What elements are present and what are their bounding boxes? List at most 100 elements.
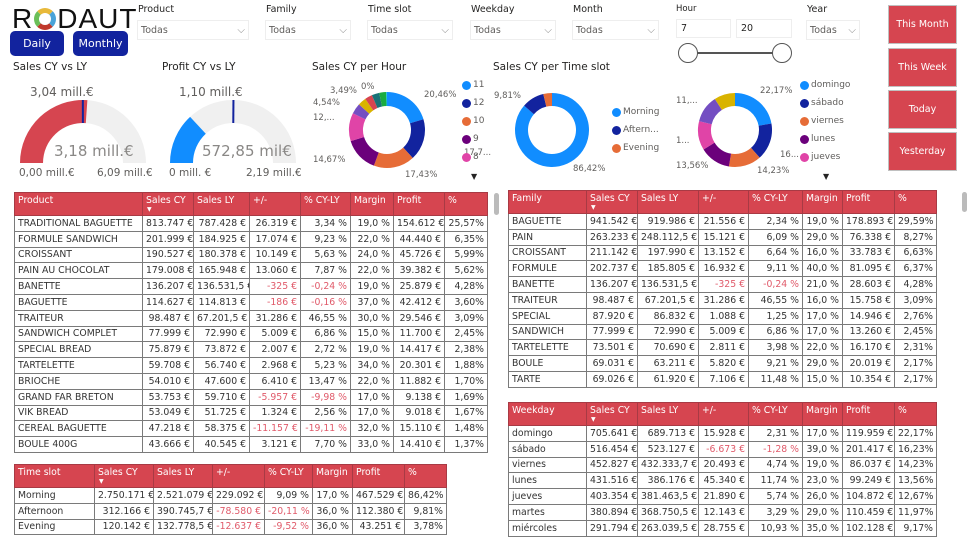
table-row[interactable]: viernes 452.827 €432.333,7 €20.493 €4,74 …: [508, 456, 937, 474]
table-row[interactable]: TRAITEUR 98.487 €67.201,5 €31.286 €46,55 …: [508, 291, 937, 309]
donut-slice-domingo[interactable]: [735, 93, 772, 126]
legend-item[interactable]: sábado: [800, 98, 844, 108]
column-header[interactable]: Profit: [842, 402, 895, 426]
legend-item[interactable]: viernes: [800, 116, 844, 126]
sort-desc-icon[interactable]: ▼: [591, 416, 596, 423]
column-header[interactable]: %: [444, 192, 488, 216]
column-header[interactable]: Sales CY ▼: [586, 402, 638, 426]
table-row[interactable]: TARTELETTE 59.708 €56.740 €2.968 €5,23 % 3…: [14, 357, 488, 374]
column-header[interactable]: Weekday: [508, 402, 587, 426]
donut-slice-9[interactable]: [350, 137, 379, 166]
table-row[interactable]: SPECIAL BREAD 75.879 €73.872 €2.007 €2,72…: [14, 341, 488, 359]
column-header[interactable]: %: [894, 190, 937, 214]
table-row[interactable]: jueves 403.354 €381.463,5 €21.890 €5,74 %…: [508, 488, 937, 505]
legend-more-icon[interactable]: ▼: [471, 172, 477, 181]
column-header[interactable]: % CY-LY: [264, 464, 313, 488]
legend-item[interactable]: lunes: [800, 134, 835, 144]
table-row[interactable]: SANDWICH 77.999 €72.990 €5.009 €6,86 % 17,…: [508, 323, 937, 341]
legend-item[interactable]: Evening: [612, 143, 659, 153]
column-header[interactable]: Family: [508, 190, 587, 214]
table-row[interactable]: TRADITIONAL BAGUETTE 813.747 €787.428 €26…: [14, 215, 488, 232]
column-header[interactable]: Sales LY: [637, 402, 699, 426]
table-cell: 75.879 €: [142, 341, 194, 359]
column-header[interactable]: +/-: [698, 402, 749, 426]
table-row[interactable]: GRAND FAR BRETON 53.753 €59.710 € -5.957 €…: [14, 388, 488, 406]
sort-desc-icon[interactable]: ▼: [591, 204, 596, 211]
column-header[interactable]: Margin: [350, 192, 394, 216]
table-cell: 4,74 %: [748, 456, 803, 474]
table-row[interactable]: FORMULE SANDWICH 201.999 €184.925 €17.074…: [14, 230, 488, 248]
legend-item[interactable]: 8: [462, 152, 479, 162]
table-row[interactable]: CROISSANT 211.142 €197.990 €13.152 €6,64 …: [508, 244, 937, 262]
legend-item[interactable]: 11: [462, 80, 484, 90]
column-header[interactable]: Margin: [312, 464, 353, 488]
table-row[interactable]: CEREAL BAGUETTE 47.218 €58.375 € -11.157 €…: [14, 420, 488, 438]
table-cell: 40.545 €: [193, 436, 250, 453]
table-row[interactable]: BRIOCHE 54.010 €47.600 €6.410 €13,47 % 22,…: [14, 372, 488, 390]
table-cell: 813.747 €: [142, 215, 194, 232]
table-row[interactable]: PAIN AU CHOCOLAT 179.008 €165.948 €13.060…: [14, 262, 488, 280]
legend-item[interactable]: 9: [462, 134, 479, 144]
legend-item[interactable]: Aftern...: [612, 125, 659, 135]
table-row[interactable]: FORMULE 202.737 €185.805 €16.932 €9,11 % 4…: [508, 260, 937, 278]
column-header[interactable]: +/-: [698, 190, 749, 214]
legend-item[interactable]: 12: [462, 98, 484, 108]
table-row[interactable]: BANETTE 136.207 €136.531,5 € -325 € -0,24 %…: [508, 276, 937, 293]
table-row[interactable]: TRAITEUR 98.487 €67.201,5 €31.286 €46,55 …: [14, 309, 488, 327]
legend-item[interactable]: jueves: [800, 152, 840, 162]
table-row[interactable]: SANDWICH COMPLET 77.999 €72.990 €5.009 €6…: [14, 325, 488, 343]
product-table-scrollbar[interactable]: [494, 193, 499, 215]
legend-dot-icon: [462, 98, 471, 108]
sort-desc-icon[interactable]: ▼: [147, 206, 152, 213]
table-row[interactable]: martes 380.894 €368.750,5 €12.143 €3,29 %…: [508, 503, 937, 521]
table-row[interactable]: TARTE 69.026 €61.920 €7.106 €11,48 % 15,0 …: [508, 370, 937, 388]
legend-item[interactable]: domingo: [800, 80, 850, 90]
column-header[interactable]: Sales LY: [153, 464, 213, 488]
table-row[interactable]: VIK BREAD 53.049 €51.725 €1.324 €2,56 % 17…: [14, 404, 488, 422]
column-header[interactable]: %: [404, 464, 447, 488]
table-row[interactable]: Afternoon 312.166 €390.745,7 € -78.580 € -2…: [14, 502, 447, 520]
table-row[interactable]: sábado 516.454 €523.127 € -6.673 € -1,28 % 3…: [508, 440, 937, 458]
column-header[interactable]: Sales CY ▼: [94, 464, 154, 488]
table-row[interactable]: BAGUETTE 114.627 €114.813 € -186 € -0,16 % 3…: [14, 293, 488, 311]
donut-slice-11[interactable]: [387, 92, 424, 124]
column-header[interactable]: Time slot: [14, 464, 95, 488]
column-header[interactable]: Profit: [842, 190, 895, 214]
column-header[interactable]: Sales LY: [637, 190, 699, 214]
column-header[interactable]: Margin: [802, 402, 843, 426]
column-header[interactable]: Margin: [802, 190, 843, 214]
table-row[interactable]: BAGUETTE 941.542 €919.986 €21.556 €2,34 %…: [508, 213, 937, 230]
column-header[interactable]: Profit: [352, 464, 405, 488]
table-row[interactable]: BOULE 400G 43.666 €40.545 €3.121 €7,70 % 3…: [14, 436, 488, 453]
table-row[interactable]: domingo 705.641 €689.713 €15.928 €2,31 % 1…: [508, 425, 937, 442]
family-table-scrollbar[interactable]: [962, 192, 967, 212]
table-row[interactable]: lunes 431.516 €386.176 €45.340 €11,74 % 23…: [508, 472, 937, 490]
table-row[interactable]: Morning 2.750.171 €2.521.079 €229.092 €9,…: [14, 487, 447, 504]
table-row[interactable]: BANETTE 136.207 €136.531,5 € -325 € -0,24 %…: [14, 278, 488, 295]
table-row[interactable]: miércoles 291.794 €263.039,5 €28.755 €10,…: [508, 519, 937, 537]
table-row[interactable]: PAIN 263.233 €248.112,5 €15.121 €6,09 % 29…: [508, 228, 937, 246]
column-header[interactable]: % CY-LY: [748, 402, 803, 426]
table-cell: 23,0 %: [802, 472, 843, 490]
table-cell: 1,25 %: [748, 307, 803, 325]
table-row[interactable]: SPECIAL 87.920 €86.832 €1.088 €1,25 % 17,0…: [508, 307, 937, 325]
legend-item[interactable]: Morning: [612, 107, 659, 117]
column-header[interactable]: +/-: [212, 464, 265, 488]
table-row[interactable]: TARTELETTE 73.501 €70.690 €2.811 €3,98 % 2…: [508, 339, 937, 357]
legend-more-icon[interactable]: ▼: [823, 172, 829, 181]
column-header[interactable]: %: [894, 402, 937, 426]
table-row[interactable]: BOULE 69.031 €63.211 €5.820 €9,21 % 29,0 %…: [508, 355, 937, 372]
column-header[interactable]: % CY-LY: [748, 190, 803, 214]
column-header[interactable]: % CY-LY: [300, 192, 351, 216]
legend-item[interactable]: 10: [462, 116, 484, 126]
table-cell: 2,34 %: [748, 213, 803, 230]
column-header[interactable]: Sales CY ▼: [142, 192, 194, 216]
sort-desc-icon[interactable]: ▼: [99, 478, 104, 485]
table-row[interactable]: CROISSANT 190.527 €180.378 €10.149 €5,63 …: [14, 246, 488, 264]
table-row[interactable]: Evening 120.142 €132.778,5 € -12.637 € -9,5…: [14, 518, 447, 536]
column-header[interactable]: +/-: [249, 192, 301, 216]
column-header[interactable]: Sales LY: [193, 192, 250, 216]
column-header[interactable]: Product: [14, 192, 143, 216]
column-header[interactable]: Sales CY ▼: [586, 190, 638, 214]
column-header[interactable]: Profit: [393, 192, 445, 216]
